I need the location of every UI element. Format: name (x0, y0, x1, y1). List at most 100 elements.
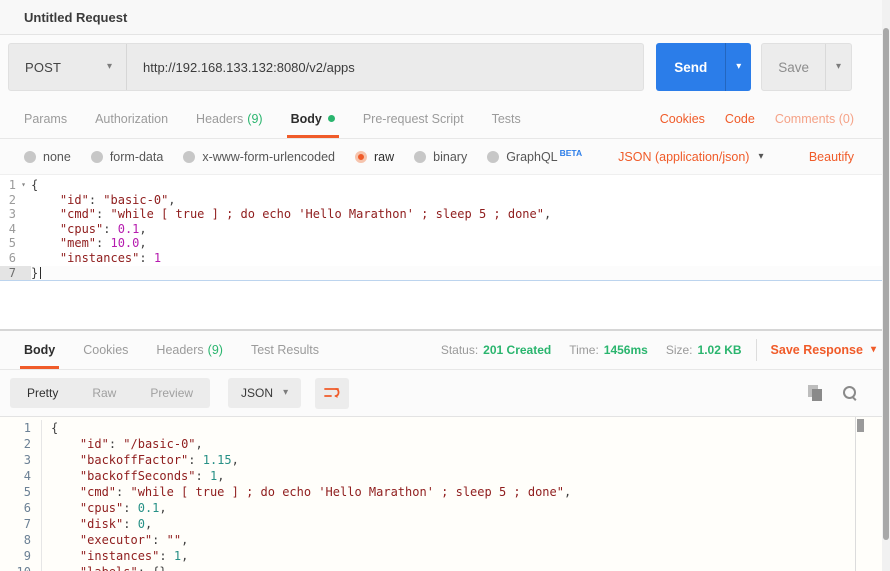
size-label: Size: (666, 343, 693, 357)
copy-icon[interactable] (808, 385, 824, 401)
line-number: 6 (0, 251, 16, 266)
chevron-down-icon: ▾ (871, 345, 876, 355)
tab-headers-label: Headers (196, 112, 243, 126)
beautify-link[interactable]: Beautify (809, 150, 854, 164)
tab-response-cookies-label: Cookies (83, 343, 128, 357)
send-button[interactable]: Send ▾ (656, 43, 751, 91)
radio-raw[interactable]: raw (355, 150, 394, 164)
line-number: 10 (0, 564, 42, 571)
line-number: 1 (0, 420, 42, 436)
code-line: 2 "id": "basic-0", (0, 193, 890, 208)
request-body-editor[interactable]: 1▾{2 "id": "basic-0",3 "cmd": "while [ t… (0, 175, 890, 330)
window-scrollbar[interactable] (882, 0, 890, 571)
tab-params[interactable]: Params (10, 99, 81, 138)
chevron-down-icon: ▾ (758, 152, 763, 162)
response-headers-count-badge: (9) (208, 343, 223, 357)
tab-body[interactable]: Body (277, 99, 349, 138)
tab-response-body-label: Body (24, 343, 55, 357)
radio-x-www-form-urlencoded[interactable]: x-www-form-urlencoded (183, 150, 335, 164)
method-dropdown[interactable]: POST ▾ (9, 44, 127, 90)
wrap-text-button[interactable] (315, 378, 349, 409)
code-line: 9 "instances": 1, (0, 548, 890, 564)
code-text: "cmd": "while [ true ] ; do echo 'Hello … (42, 484, 571, 500)
line-number: 2 (0, 193, 16, 208)
radio-none[interactable]: none (24, 150, 71, 164)
code-line: 3 "cmd": "while [ true ] ; do echo 'Hell… (0, 207, 890, 222)
request-tabs-row: Params Authorization Headers (9) Body Pr… (0, 99, 890, 139)
code-line: 6 "cpus": 0.1, (0, 500, 890, 516)
response-tabs-row: Body Cookies Headers (9) Test Results St… (0, 330, 890, 370)
code-text: "instances": 1, (42, 548, 188, 564)
save-response-button[interactable]: Save Response ▾ (771, 331, 876, 369)
save-button[interactable]: Save ▾ (761, 43, 852, 91)
response-scrollbar-thumb[interactable] (857, 419, 864, 432)
line-number: 3 (0, 207, 16, 222)
tab-pre-request-label: Pre-request Script (363, 112, 464, 126)
cookies-link[interactable]: Cookies (650, 99, 715, 138)
radio-icon (183, 151, 195, 163)
chevron-down-icon: ▾ (107, 62, 112, 72)
code-text: "cpus": 0.1, (42, 500, 167, 516)
fold-gutter (16, 193, 31, 208)
fold-gutter (16, 266, 31, 281)
code-link[interactable]: Code (715, 99, 765, 138)
code-line: 7} (0, 266, 890, 282)
size-value: 1.02 KB (698, 343, 742, 357)
url-input[interactable] (127, 44, 643, 90)
tab-response-cookies[interactable]: Cookies (69, 331, 142, 369)
tab-tests[interactable]: Tests (478, 99, 535, 138)
tab-headers[interactable]: Headers (9) (182, 99, 277, 138)
radio-raw-label: raw (374, 150, 394, 164)
radio-icon (414, 151, 426, 163)
radio-binary-label: binary (433, 150, 467, 164)
divider (756, 339, 757, 361)
line-number: 4 (0, 468, 42, 484)
fold-gutter (16, 236, 31, 251)
code-text: "backoffSeconds": 1, (42, 468, 224, 484)
content-type-value: JSON (application/json) (618, 150, 749, 164)
method-url-bar: POST ▾ (8, 43, 644, 91)
search-icon[interactable] (842, 385, 858, 401)
comments-link[interactable]: Comments (0) (765, 99, 864, 138)
code-text: "executor": "", (42, 532, 188, 548)
time-label: Time: (569, 343, 599, 357)
radio-graphql[interactable]: GraphQL BETA (487, 150, 582, 164)
tab-response-headers[interactable]: Headers (9) (142, 331, 237, 369)
code-line: 3 "backoffFactor": 1.15, (0, 452, 890, 468)
view-pretty[interactable]: Pretty (10, 378, 75, 408)
view-raw[interactable]: Raw (75, 378, 133, 408)
view-preview[interactable]: Preview (133, 378, 210, 408)
status-value: 201 Created (483, 343, 551, 357)
tab-test-results[interactable]: Test Results (237, 331, 333, 369)
code-text: "id": "/basic-0", (42, 436, 203, 452)
radio-graphql-label: GraphQL (506, 150, 557, 164)
radio-form-data[interactable]: form-data (91, 150, 164, 164)
tab-response-body[interactable]: Body (10, 331, 69, 369)
status-label: Status: (441, 343, 478, 357)
code-line: 10 "labels": {}, (0, 564, 890, 571)
response-body-editor[interactable]: 1{2 "id": "/basic-0",3 "backoffFactor": … (0, 417, 890, 571)
headers-count-badge: (9) (247, 112, 262, 126)
line-number: 5 (0, 484, 42, 500)
code-line: 7 "disk": 0, (0, 516, 890, 532)
window-scrollbar-thumb[interactable] (883, 28, 889, 540)
request-title: Untitled Request (24, 10, 127, 25)
radio-binary[interactable]: binary (414, 150, 467, 164)
fold-gutter (16, 251, 31, 266)
spacer (333, 331, 423, 369)
send-options-toggle[interactable]: ▾ (725, 43, 751, 91)
save-options-toggle[interactable]: ▾ (825, 44, 851, 90)
response-format-dropdown[interactable]: JSON ▾ (228, 378, 301, 408)
text-cursor (40, 267, 41, 279)
tab-response-headers-label: Headers (156, 343, 203, 357)
tab-pre-request-script[interactable]: Pre-request Script (349, 99, 478, 138)
tab-authorization[interactable]: Authorization (81, 99, 182, 138)
postman-window: Untitled Request POST ▾ Send ▾ Save ▾ Pa… (0, 0, 890, 571)
fold-arrow-icon[interactable]: ▾ (16, 178, 31, 193)
content-type-dropdown[interactable]: JSON (application/json) ▾ (618, 150, 763, 164)
line-number: 7 (0, 516, 42, 532)
code-text: "labels": {}, (42, 564, 174, 571)
code-text: } (31, 266, 41, 281)
line-number: 1 (0, 178, 16, 193)
tab-body-label: Body (291, 112, 322, 126)
